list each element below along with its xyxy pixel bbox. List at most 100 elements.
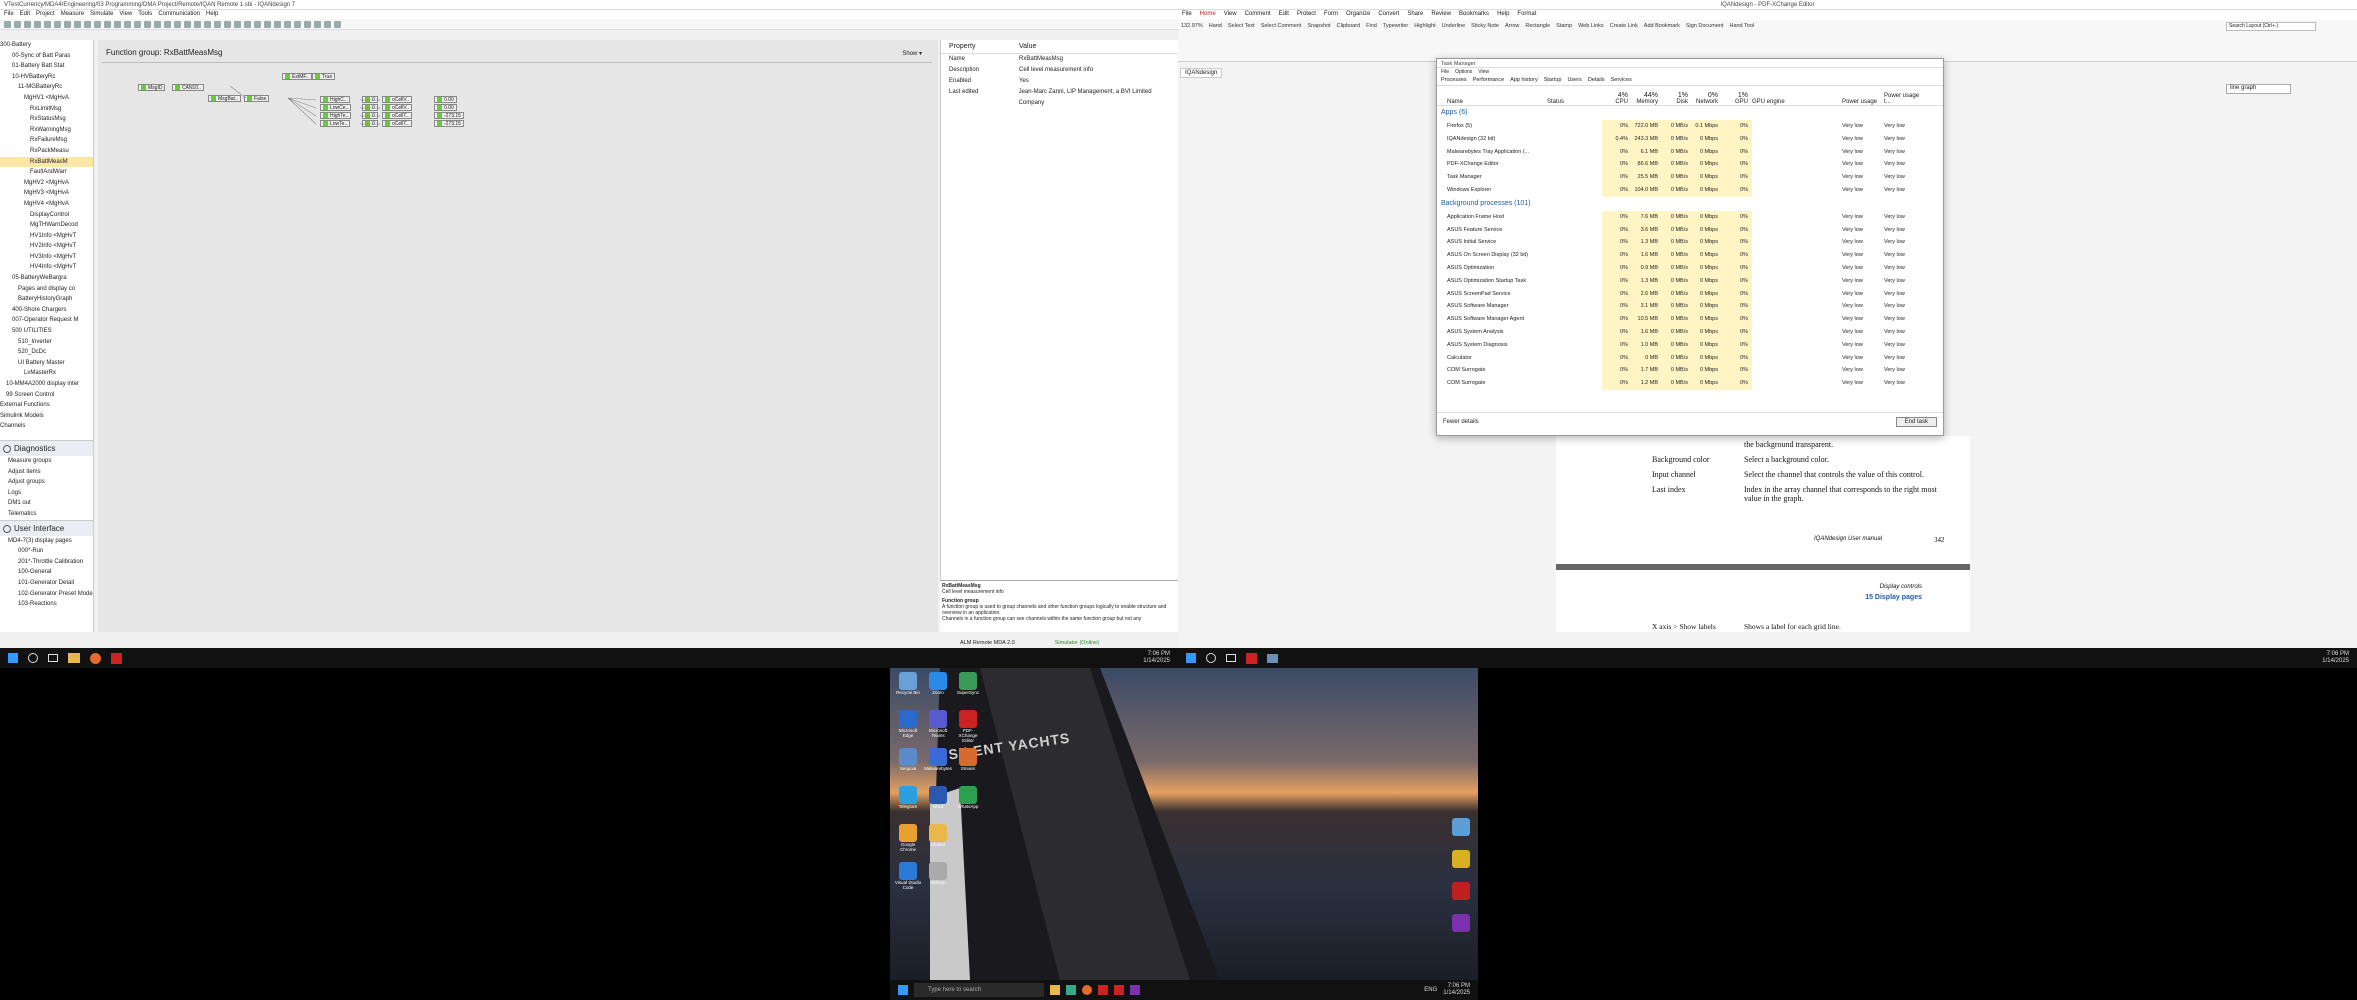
desktop-icon[interactable]: Malwarebytes [924, 748, 952, 771]
iqan-icon[interactable] [111, 652, 122, 664]
desktop-icon[interactable]: SuperSync [954, 672, 982, 695]
tree-node[interactable]: 510_Inverter [0, 337, 93, 348]
ribbon-button[interactable]: Clipboard [1337, 23, 1361, 29]
toolbar-button-icon[interactable] [224, 21, 231, 28]
desktop-icon[interactable]: Stream [954, 748, 982, 771]
pdf-xchange-icon[interactable] [1114, 985, 1124, 995]
tree-node[interactable]: BatteryHistoryGraph [0, 294, 93, 305]
col-status[interactable]: Status [1547, 86, 1602, 105]
diagnostics-item[interactable]: DM1 out [0, 498, 93, 509]
process-row[interactable]: Calculator 0% 0 MB 0 MB/s 0 Mbps 0% Very low Ve… [1437, 351, 1943, 365]
ribbon-tab[interactable]: Home [1200, 11, 1216, 19]
toolbar-button-icon[interactable] [334, 21, 341, 28]
tree-node[interactable]: MgTHWarnDecod [0, 220, 93, 231]
menu-item[interactable]: View [119, 11, 132, 18]
ribbon-tab[interactable]: Help [1497, 11, 1509, 19]
desktop-icon[interactable]: Sequoia [894, 748, 922, 771]
process-row[interactable]: ASUS Optimization 0% 0.9 MB 0 MB/s 0 Mbps 0% V… [1437, 261, 1943, 275]
ribbon-button[interactable]: Snapshot [1307, 23, 1330, 29]
taskbar-search-input[interactable]: Type here to search [914, 983, 1044, 997]
ribbon-tab[interactable]: File [1182, 11, 1192, 19]
process-row[interactable]: COM Surrogate 0% 1.2 MB 0 MB/s 0 Mbps 0% Very … [1437, 377, 1943, 390]
diagnostics-item[interactable]: Adjust groups [0, 477, 93, 488]
property-row[interactable]: Enabled Yes [941, 76, 1178, 87]
col-gpu-engine[interactable]: GPU engine [1752, 86, 1842, 105]
ribbon-button[interactable]: Select Comment [1261, 23, 1302, 29]
toolbar-button-icon[interactable] [14, 21, 21, 28]
toolbar-button-icon[interactable] [304, 21, 311, 28]
desktop-icon[interactable]: Ableton [924, 862, 952, 885]
property-row[interactable]: Name RxBattMeasMsg [941, 54, 1178, 65]
toolbar-button-icon[interactable] [124, 21, 131, 28]
iqan-icon[interactable] [1098, 985, 1108, 995]
desktop-icon[interactable]: Visual Studio Code [894, 862, 922, 890]
ribbon-button[interactable]: Find [1366, 23, 1377, 29]
process-row[interactable]: Windows Explorer 0% 104.0 MB 0 MB/s 0 Mbps 0%… [1437, 183, 1943, 197]
windows-start-icon[interactable] [898, 985, 908, 995]
ribbon-tab[interactable]: Share [1407, 11, 1423, 19]
ribbon-tab[interactable]: Protect [1297, 11, 1316, 19]
ribbon-button[interactable]: Add Bookmark [1644, 23, 1680, 29]
process-row[interactable]: Task Manager 0% 25.5 MB 0 MB/s 0 Mbps 0% Very … [1437, 171, 1943, 184]
ribbon-tab[interactable]: Review [1431, 11, 1451, 19]
process-row[interactable]: ASUS System Diagnosis 0% 1.0 MB 0 MB/s 0 Mbp… [1437, 338, 1943, 352]
desktop-icon[interactable]: PDF-XChange Editor [954, 710, 982, 743]
desktop-icon[interactable]: Recycle Bin [894, 672, 922, 695]
ui-item[interactable]: 103-Reactions [0, 599, 93, 610]
tree-node[interactable]: External Functions [0, 400, 93, 411]
tree-node[interactable]: HV1Info <MgHvT [0, 231, 93, 242]
search-icon[interactable] [1206, 653, 1216, 663]
tree-node[interactable]: HV4Info <MgHvT [0, 262, 93, 273]
project-tree[interactable]: 300-Battery 00-Sync of Batt Paras 01-Batte… [0, 40, 94, 632]
file-explorer-icon[interactable] [1050, 985, 1060, 995]
ribbon-tab[interactable]: Format [1517, 11, 1536, 19]
tree-node[interactable]: 10-HVBatteryRc [0, 72, 93, 83]
toolbar-button-icon[interactable] [284, 21, 291, 28]
ui-item[interactable]: 102-Generator Preset Mode [0, 589, 93, 600]
ribbon-button[interactable]: Arrow [1505, 23, 1519, 29]
toolbar-button-icon[interactable] [144, 21, 151, 28]
tree-node[interactable]: 00-Sync of Batt Paras [0, 51, 93, 62]
col-name[interactable]: Name [1437, 86, 1547, 105]
tree-node[interactable]: 01-Battery Batt Stat [0, 61, 93, 72]
tree-node[interactable]: RxWarningMsg [0, 125, 93, 136]
tree-node[interactable]: MgHV4 <MgHvA [0, 199, 93, 210]
tm-tab[interactable]: Processes [1441, 77, 1467, 84]
menu-item[interactable]: Measure [61, 11, 84, 18]
process-row[interactable]: ASUS Software Manager Agent 0% 10.5 MB 0 MB… [1437, 313, 1943, 326]
menu-item[interactable]: Project [36, 11, 55, 18]
ribbon-button[interactable]: Select Text [1228, 23, 1255, 29]
property-row[interactable]: Description Cell level measurement info [941, 65, 1178, 76]
ui-section[interactable]: User Interface [0, 519, 93, 536]
toolbar-button-icon[interactable] [4, 21, 11, 28]
app-icon[interactable] [1452, 818, 1470, 836]
process-row[interactable]: ASUS Initial Service 0% 1.3 MB 0 MB/s 0 Mbps… [1437, 236, 1943, 250]
find-input[interactable]: line graph [2226, 84, 2291, 94]
tree-node[interactable]: DisplayControl [0, 210, 93, 221]
app-icon[interactable] [1452, 850, 1470, 868]
task-view-icon[interactable] [48, 654, 58, 662]
tree-node[interactable]: RxLimitMsg [0, 104, 93, 115]
ribbon-button[interactable]: Underline [1442, 23, 1466, 29]
tm-tab[interactable]: Services [1611, 77, 1632, 84]
process-row[interactable]: IQANdesign (32 bit) 0.4% 243.3 MB 0 MB/s 0 M… [1437, 132, 1943, 146]
ribbon-tab[interactable]: Form [1324, 11, 1338, 19]
fewer-details-button[interactable]: Fewer details [1443, 419, 1479, 425]
tree-node[interactable]: HV3Info <MgHvT [0, 252, 93, 263]
pdf-xchange-icon[interactable] [1246, 652, 1257, 664]
tm-tab[interactable]: Startup [1544, 77, 1562, 84]
ribbon-button[interactable]: Stamp [1556, 23, 1572, 29]
process-row[interactable]: COM Surrogate 0% 1.7 MB 0 MB/s 0 Mbps 0% Very … [1437, 364, 1943, 378]
tree-node[interactable]: LvMasterRx [0, 368, 93, 379]
desktop-icon[interactable]: Telegram [894, 786, 922, 809]
doc-tab[interactable]: IQANdesign [1180, 68, 1223, 78]
tree-node[interactable]: 99 Screen Control [0, 390, 93, 401]
tm-menu-item[interactable]: File [1441, 69, 1449, 75]
desktop-icon[interactable]: WhatsApp [954, 786, 982, 809]
toolbar-button-icon[interactable] [264, 21, 271, 28]
ribbon-tab[interactable]: Bookmarks [1459, 11, 1489, 19]
tree-node[interactable]: HV2Info <MgHvT [0, 241, 93, 252]
desktop-icon[interactable]: Google Chrome [894, 824, 922, 852]
ribbon-button[interactable]: Sticky Note [1471, 23, 1499, 29]
toolbar-button-icon[interactable] [164, 21, 171, 28]
